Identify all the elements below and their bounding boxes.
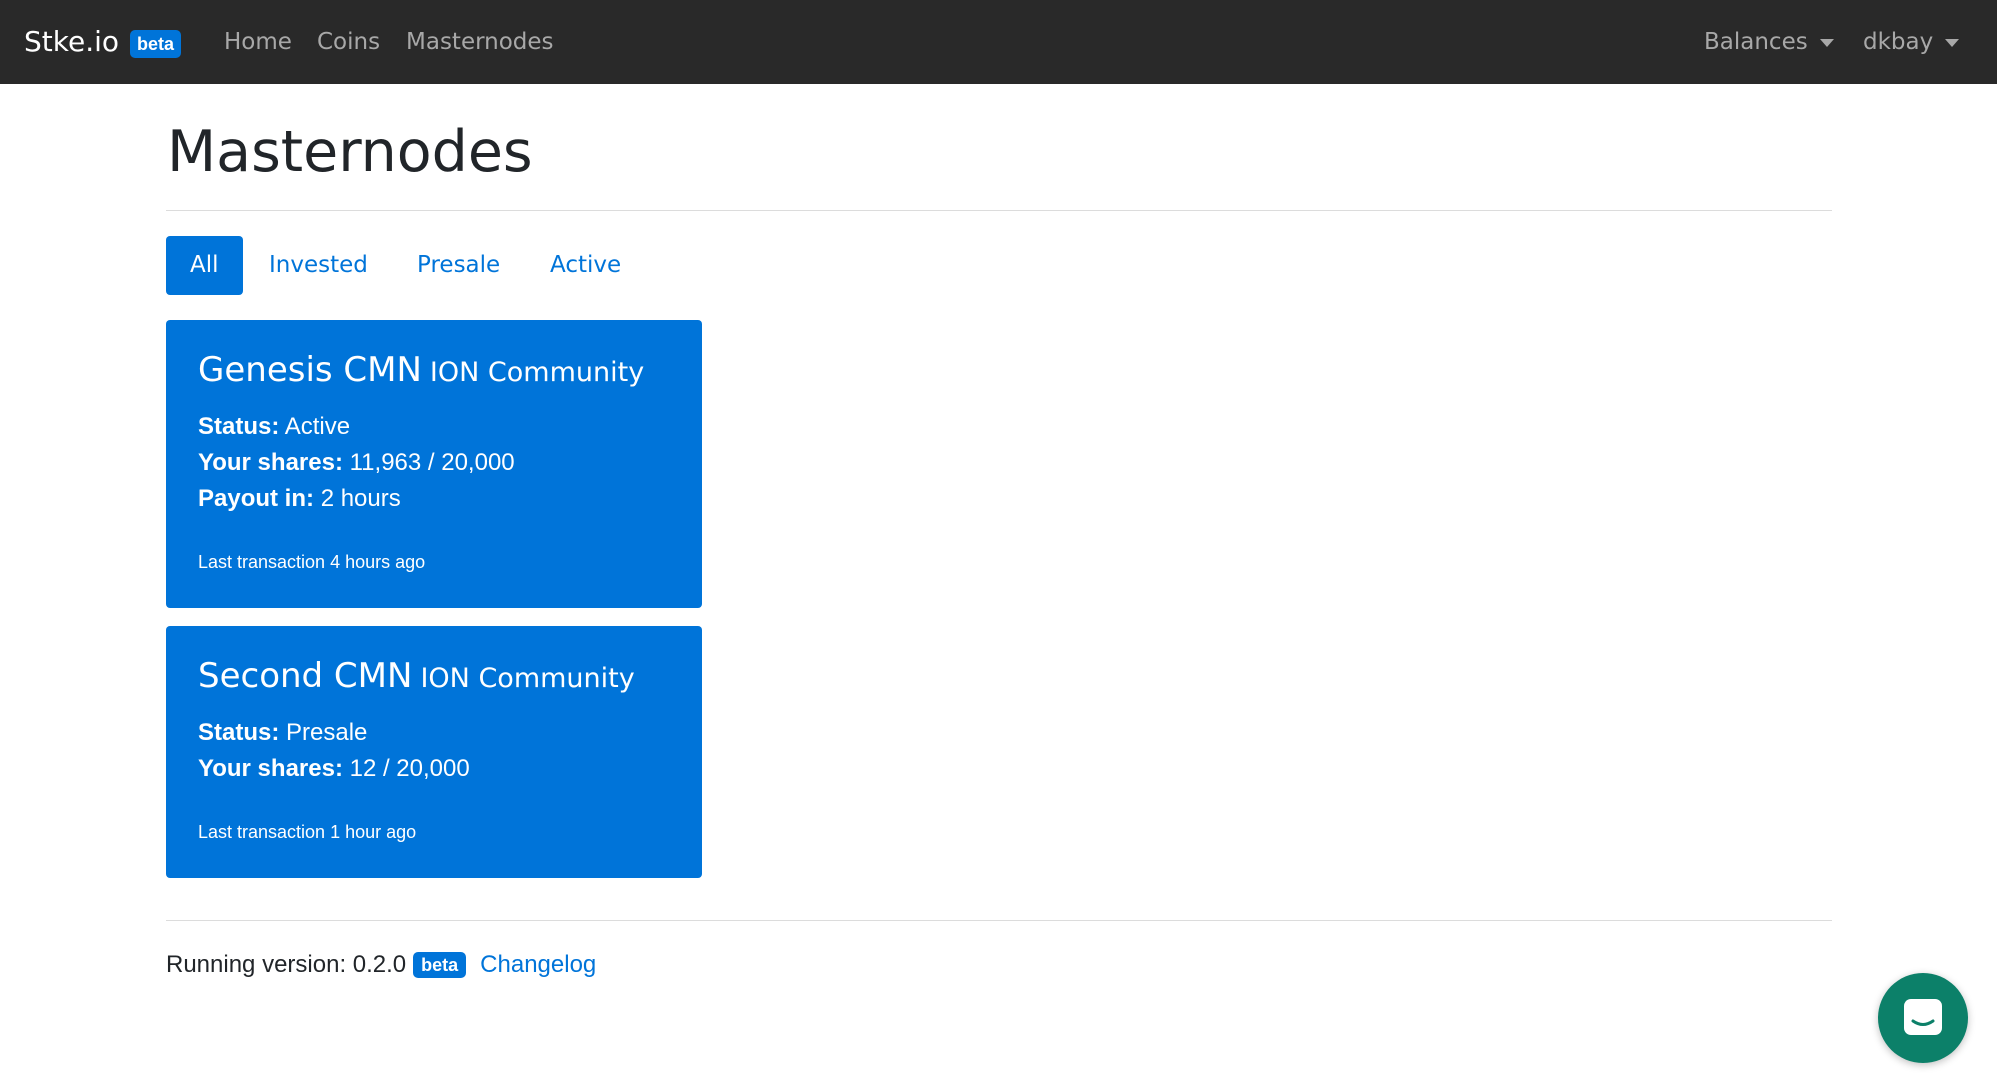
masternode-community: ION Community bbox=[429, 357, 645, 388]
status-field: Status: Presale bbox=[198, 716, 367, 750]
footer: Running version: 0.2.0 beta Changelog bbox=[166, 948, 596, 982]
version-text: Running version: 0.2.0 bbox=[166, 951, 407, 978]
balances-dropdown[interactable]: Balances bbox=[1704, 26, 1834, 58]
tab-all[interactable]: All bbox=[166, 236, 243, 295]
status-label: Status: bbox=[198, 719, 280, 746]
last-transaction: Last transaction 1 hour ago bbox=[198, 822, 417, 842]
masternode-card-second[interactable]: Second CMN ION Community Status: Presale … bbox=[166, 626, 702, 878]
nav-masternodes-link[interactable]: Masternodes bbox=[406, 26, 554, 58]
page-title: Masternodes bbox=[167, 119, 533, 185]
title-divider bbox=[166, 210, 1832, 211]
brand-link[interactable]: Stke.io beta bbox=[24, 22, 182, 62]
nav-home-link[interactable]: Home bbox=[224, 26, 292, 58]
card-title: Genesis CMN ION Community bbox=[198, 348, 644, 395]
shares-label: Your shares: bbox=[198, 449, 343, 476]
brand-name: Stke.io bbox=[24, 25, 120, 58]
shares-value: 11,963 / 20,000 bbox=[349, 449, 515, 476]
shares-value: 12 / 20,000 bbox=[349, 755, 470, 782]
caret-down-icon bbox=[1945, 38, 1960, 47]
top-navbar: Stke.io beta Home Coins Masternodes Bala… bbox=[0, 0, 1997, 84]
chat-widget-button[interactable] bbox=[1878, 973, 1968, 1063]
shares-field: Your shares: 12 / 20,000 bbox=[198, 752, 470, 786]
status-value: Active bbox=[284, 413, 351, 440]
user-dropdown[interactable]: dkbay bbox=[1863, 26, 1960, 58]
changelog-link[interactable]: Changelog bbox=[480, 948, 596, 982]
masternode-card-genesis[interactable]: Genesis CMN ION Community Status: Active … bbox=[166, 320, 702, 608]
status-field: Status: Active bbox=[198, 410, 350, 444]
status-label: Status: bbox=[198, 413, 280, 440]
user-dropdown-label: dkbay bbox=[1863, 29, 1934, 55]
status-value: Presale bbox=[286, 719, 368, 746]
caret-down-icon bbox=[1819, 38, 1834, 47]
payout-label: Payout in: bbox=[198, 485, 315, 512]
shares-field: Your shares: 11,963 / 20,000 bbox=[198, 446, 515, 480]
masternode-community: ION Community bbox=[420, 663, 635, 694]
payout-field: Payout in: 2 hours bbox=[198, 482, 401, 516]
masternode-name: Genesis CMN bbox=[198, 350, 422, 390]
tab-presale[interactable]: Presale bbox=[417, 236, 500, 295]
payout-value: 2 hours bbox=[320, 485, 401, 512]
footer-divider bbox=[166, 920, 1832, 921]
tab-active[interactable]: Active bbox=[550, 236, 621, 295]
nav-coins-link[interactable]: Coins bbox=[317, 26, 380, 58]
balances-dropdown-label: Balances bbox=[1704, 29, 1808, 55]
masternode-name: Second CMN bbox=[198, 656, 413, 696]
card-title: Second CMN ION Community bbox=[198, 654, 635, 701]
last-transaction: Last transaction 4 hours ago bbox=[198, 552, 426, 572]
chat-bubble-icon bbox=[1904, 999, 1942, 1035]
shares-label: Your shares: bbox=[198, 755, 343, 782]
version-beta-badge: beta bbox=[413, 952, 467, 978]
tab-invested[interactable]: Invested bbox=[269, 236, 368, 295]
brand-beta-badge: beta bbox=[130, 30, 182, 58]
